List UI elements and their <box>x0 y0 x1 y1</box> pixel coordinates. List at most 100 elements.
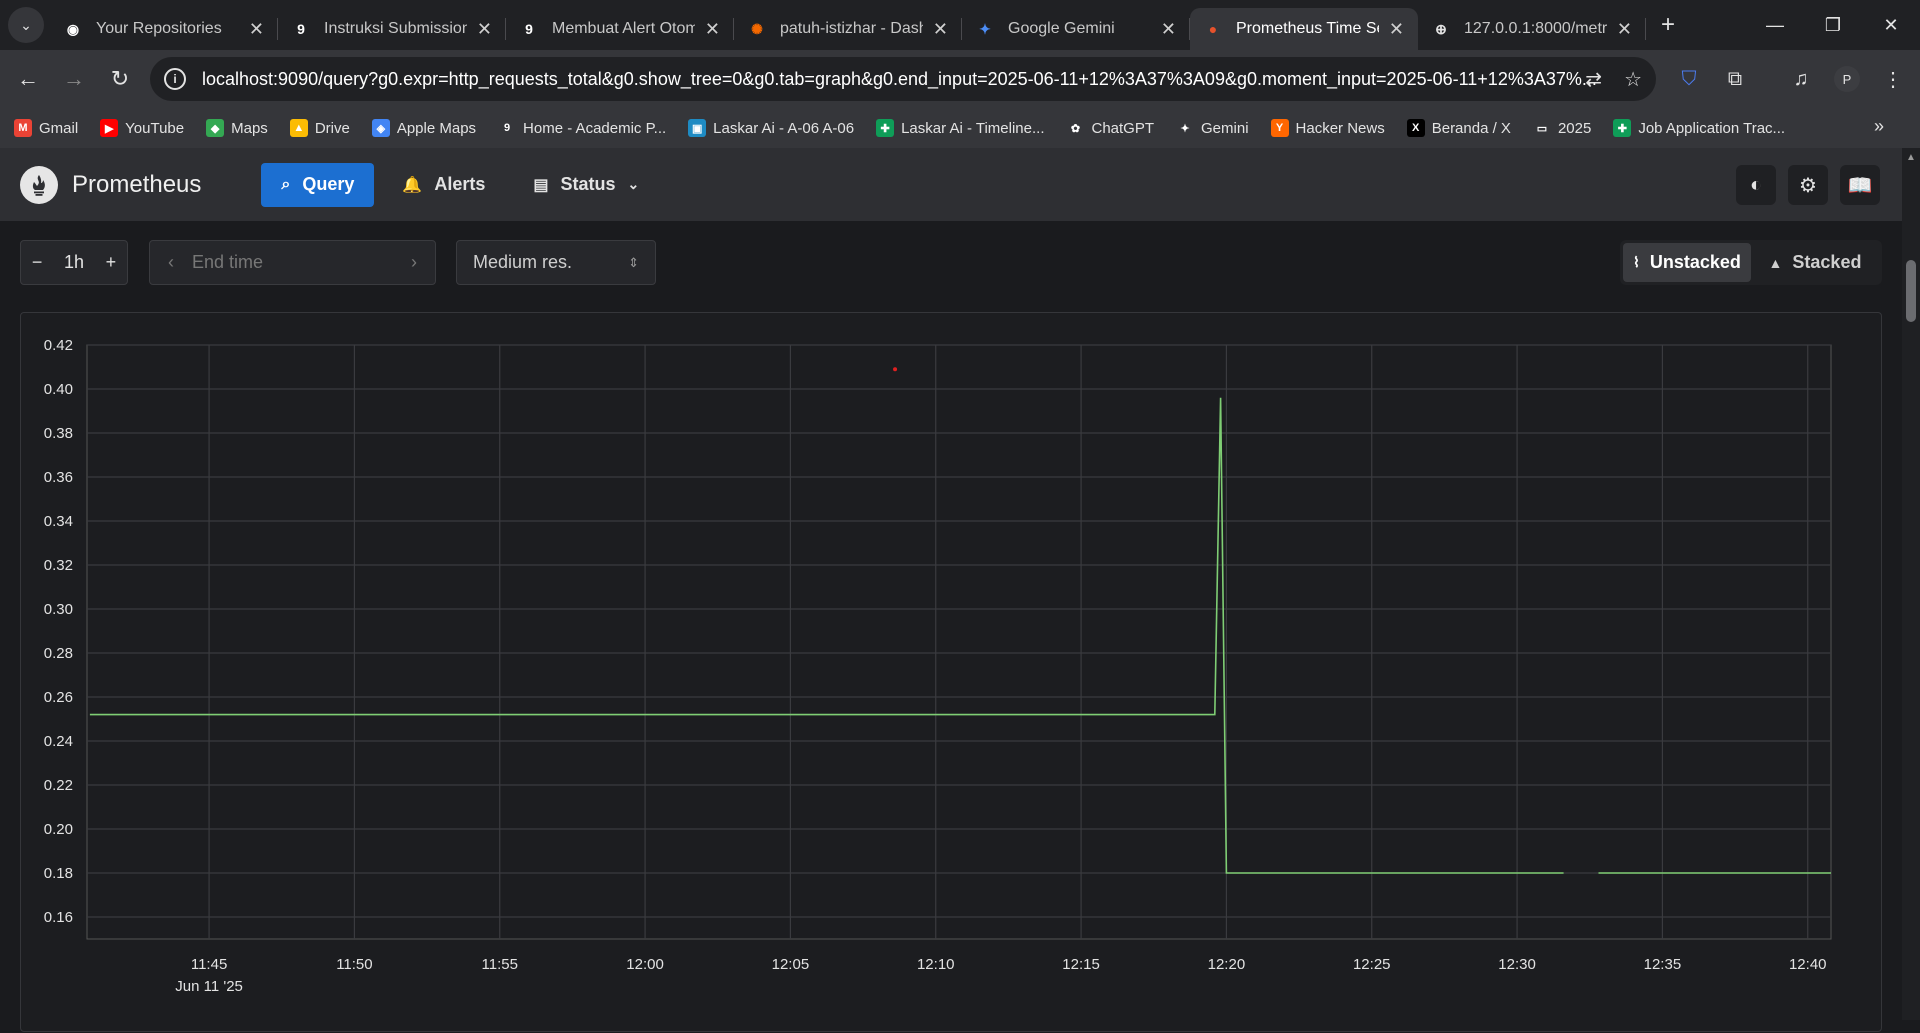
decrease-range-icon[interactable]: − <box>32 252 43 273</box>
browser-tab[interactable]: ◉ Your Repositories ✕ <box>50 8 278 50</box>
scroll-up-icon[interactable]: ▲ <box>1906 152 1916 163</box>
profile-initial[interactable]: P <box>1834 66 1860 92</box>
bitwarden-icon[interactable]: ⛉ <box>1672 61 1706 97</box>
browser-tab-bar: ⌄ ◉ Your Repositories ✕ 9 Instruksi Submissi… <box>0 0 1920 50</box>
tab-title: Instruksi Submission <box>324 20 467 37</box>
grafana-icon: ✺ <box>751 20 763 37</box>
restore-icon[interactable]: ❐ <box>1804 0 1862 50</box>
close-tab-icon[interactable]: ✕ <box>1617 19 1632 40</box>
resolution-value[interactable]: Medium res. <box>473 252 572 273</box>
range-control: − 1h + <box>20 240 128 285</box>
y-tick-label: 0.30 <box>44 601 73 618</box>
previous-time-icon[interactable]: ‹ <box>168 252 174 273</box>
page-scrollbar[interactable]: ▲ <box>1902 148 1920 1020</box>
browser-tab[interactable]: ⊕ 127.0.0.1:8000/metric ✕ <box>1418 8 1646 50</box>
search-icon: ⌕ <box>281 175 291 193</box>
close-tab-icon[interactable]: ✕ <box>933 19 948 40</box>
main-nav: ⌕ Query 🔔 Alerts ▤ Status ⌄ <box>261 162 659 207</box>
x-tick-label: 11:45 <box>191 956 227 973</box>
browser-tab[interactable]: 9 Membuat Alert Otom ✕ <box>506 8 734 50</box>
extensions-icon[interactable]: ⧉ <box>1718 61 1752 97</box>
close-tab-icon[interactable]: ✕ <box>249 19 264 40</box>
hacker-news-icon: Y <box>1270 119 1289 137</box>
forward-icon[interactable]: → <box>54 59 94 99</box>
github-icon: ◉ <box>66 20 80 37</box>
bookmark-item[interactable]: ◈ Apple Maps <box>371 119 476 137</box>
translate-icon[interactable]: ⇄ <box>1585 67 1602 92</box>
bookmark-item[interactable]: X Beranda / X <box>1406 119 1511 137</box>
y-tick-label: 0.24 <box>44 733 73 750</box>
next-time-icon[interactable]: › <box>411 252 417 273</box>
bookmark-item[interactable]: ▣ Laskar Ai - A-06 A-06 <box>688 119 854 137</box>
close-tab-icon[interactable]: ✕ <box>1389 19 1404 40</box>
back-icon[interactable]: ← <box>8 59 48 99</box>
plot-area-border <box>86 344 1832 940</box>
tab-strip: ◉ Your Repositories ✕ 9 Instruksi Submission… <box>50 0 1646 50</box>
bookmark-item[interactable]: Y Hacker News <box>1270 119 1385 137</box>
browser-tab[interactable]: ● Prometheus Time Se ✕ <box>1190 8 1418 50</box>
address-bar[interactable]: i localhost:9090/query?g0.expr=http_requ… <box>150 57 1656 101</box>
close-window-icon[interactable]: ✕ <box>1862 0 1920 50</box>
site-info-icon[interactable]: i <box>164 68 186 90</box>
bookmark-star-icon[interactable]: ☆ <box>1624 67 1642 92</box>
tab-search-icon[interactable]: ⌄ <box>8 7 44 43</box>
scroll-thumb[interactable] <box>1906 260 1916 322</box>
bookmark-label: ChatGPT <box>1091 119 1155 137</box>
minimize-icon[interactable]: — <box>1746 0 1804 50</box>
bookmark-item[interactable]: ✚ Job Application Trac... <box>1613 119 1785 137</box>
media-control-icon[interactable]: ♫ <box>1784 61 1818 97</box>
x-tick-label: 12:30 <box>1498 956 1536 973</box>
resolution-select[interactable]: Medium res. ⇕ <box>456 240 656 285</box>
server-icon: ▤ <box>533 176 549 194</box>
nav-alerts[interactable]: 🔔 Alerts <box>382 163 505 207</box>
unstacked-button[interactable]: ⌇ Unstacked <box>1623 243 1751 282</box>
tab-title: Membuat Alert Otom <box>552 20 695 37</box>
bookmarks-bar: M Gmail ▶ YouTube ◆ Maps ▲ Drive ◈ Apple Maps 9 Hom… <box>0 108 1920 148</box>
prometheus-logo-icon[interactable] <box>20 165 58 204</box>
bookmark-item[interactable]: M Gmail <box>14 119 78 137</box>
bookmark-item[interactable]: ▭ 2025 <box>1532 119 1591 137</box>
gmail-icon: M <box>14 119 32 137</box>
increase-range-icon[interactable]: + <box>106 252 117 273</box>
brand-name[interactable]: Prometheus <box>72 171 201 199</box>
bookmark-item[interactable]: 9 Home - Academic P... <box>498 119 666 137</box>
bell-icon: 🔔 <box>402 176 423 194</box>
tab-title: Google Gemini <box>1008 20 1115 37</box>
x-date-sublabel: Jun 11 '25 <box>175 978 243 995</box>
bookmark-item[interactable]: ▲ Drive <box>289 119 350 137</box>
time-series-chart[interactable]: 0.16 0.18 0.20 0.22 0.24 0.26 0.28 0.30 0.32 0.34… <box>21 313 1883 1033</box>
theme-toggle-icon[interactable]: ◐ <box>1736 165 1776 205</box>
x-tick-label: 12:20 <box>1208 956 1246 973</box>
tab-title: patuh-istizhar - Dash <box>780 20 923 37</box>
browser-tab[interactable]: 9 Instruksi Submission ✕ <box>278 8 506 50</box>
area-chart-icon: ▲ <box>1768 254 1783 271</box>
close-tab-icon[interactable]: ✕ <box>1161 19 1176 40</box>
x-tick-label: 12:00 <box>626 956 664 973</box>
settings-gear-icon[interactable]: ⚙ <box>1788 165 1828 205</box>
bookmark-item[interactable]: ▶ YouTube <box>100 119 184 137</box>
range-value[interactable]: 1h <box>64 252 84 273</box>
close-tab-icon[interactable]: ✕ <box>705 19 720 40</box>
nav-status[interactable]: ▤ Status ⌄ <box>513 163 659 207</box>
tab-title: Your Repositories <box>96 20 222 37</box>
end-time-input[interactable]: End time <box>192 252 411 273</box>
more-bookmarks-icon[interactable]: » <box>1874 116 1884 137</box>
browser-tab[interactable]: ✦ Google Gemini ✕ <box>962 8 1190 50</box>
x-tick-label: 12:05 <box>772 956 810 973</box>
gemini-icon: ✦ <box>979 20 991 37</box>
close-tab-icon[interactable]: ✕ <box>477 19 492 40</box>
bookmark-item[interactable]: ✦ Gemini <box>1176 119 1249 137</box>
browser-tab[interactable]: ✺ patuh-istizhar - Dash ✕ <box>734 8 962 50</box>
bookmark-item[interactable]: ✚ Laskar Ai - Timeline... <box>876 119 1044 137</box>
new-tab-icon[interactable]: + <box>1650 11 1686 39</box>
reload-icon[interactable]: ↻ <box>100 59 140 99</box>
profile-avatar[interactable]: P <box>1830 61 1864 97</box>
bookmark-item[interactable]: ◆ Maps <box>206 119 268 137</box>
url-text[interactable]: localhost:9090/query?g0.expr=http_reques… <box>202 69 1602 90</box>
menu-kebab-icon[interactable]: ⋮ <box>1876 61 1910 97</box>
stacked-button[interactable]: ▲ Stacked <box>1751 243 1879 282</box>
nav-query[interactable]: ⌕ Query <box>261 162 375 207</box>
documentation-book-icon[interactable]: 📖 <box>1840 165 1880 205</box>
bookmark-item[interactable]: ✿ ChatGPT <box>1066 119 1154 137</box>
end-time-picker[interactable]: ‹ End time › <box>149 240 436 285</box>
